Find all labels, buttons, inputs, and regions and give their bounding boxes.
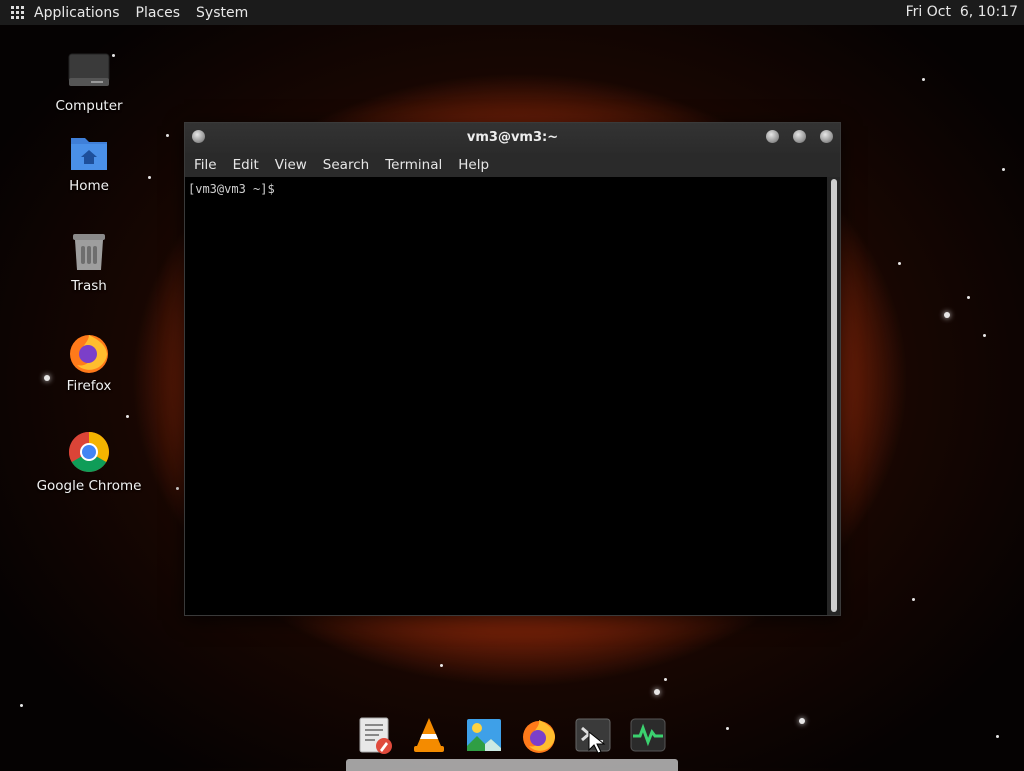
system-menu[interactable]: System xyxy=(196,5,248,21)
menu-help[interactable]: Help xyxy=(458,157,489,173)
desktop-icon-label: Computer xyxy=(55,98,123,114)
dock-terminal[interactable] xyxy=(574,716,612,754)
terminal-scrollbar[interactable] xyxy=(831,179,837,612)
firefox-icon xyxy=(67,330,111,374)
menu-file[interactable]: File xyxy=(194,157,217,173)
menu-edit[interactable]: Edit xyxy=(233,157,259,173)
computer-icon xyxy=(67,50,111,94)
terminal-menubar: File Edit View Search Terminal Help xyxy=(185,153,840,177)
menu-view[interactable]: View xyxy=(275,157,307,173)
apps-grid-icon[interactable] xyxy=(11,5,25,20)
desktop-icon-firefox[interactable]: Firefox xyxy=(24,330,154,394)
desktop-icon-home[interactable]: Home xyxy=(24,130,154,194)
terminal-icon xyxy=(575,718,611,754)
menu-search[interactable]: Search xyxy=(323,157,369,173)
desktop-icon-chrome[interactable]: Google Chrome xyxy=(24,430,154,494)
chrome-icon xyxy=(67,430,111,474)
menu-terminal[interactable]: Terminal xyxy=(385,157,442,173)
minimize-button[interactable] xyxy=(766,130,779,143)
dock-system-monitor[interactable] xyxy=(629,716,667,754)
dock-vlc[interactable] xyxy=(410,716,448,754)
dock-text-editor[interactable] xyxy=(356,716,394,754)
close-button[interactable] xyxy=(820,130,833,143)
vlc-icon xyxy=(414,718,444,752)
clock[interactable]: Fri Oct 6, 10:17 xyxy=(906,4,1018,20)
top-panel: Applications Places System Fri Oct 6, 10… xyxy=(0,0,1024,25)
desktop-icon-label: Home xyxy=(69,178,109,194)
trash-icon xyxy=(67,230,111,274)
window-title: vm3@vm3:~ xyxy=(466,130,559,145)
terminal-window[interactable]: vm3@vm3:~ File Edit View Search Terminal… xyxy=(184,122,841,616)
desktop-icon-trash[interactable]: Trash xyxy=(24,230,154,294)
terminal-prompt: [vm3@vm3 ~]$ xyxy=(188,182,275,196)
desktop-icon-label: Firefox xyxy=(66,378,112,394)
window-titlebar[interactable]: vm3@vm3:~ xyxy=(185,123,840,153)
system-monitor-icon xyxy=(630,718,666,752)
applications-menu[interactable]: Applications xyxy=(34,5,120,21)
text-editor-icon xyxy=(359,717,392,754)
places-menu[interactable]: Places xyxy=(136,5,181,21)
bottom-panel-bar xyxy=(346,759,678,771)
image-viewer-icon xyxy=(467,719,501,751)
firefox-icon xyxy=(523,720,555,753)
terminal-area[interactable]: [vm3@vm3 ~]$ xyxy=(185,177,827,615)
dock xyxy=(350,712,680,758)
desktop-icon-label: Trash xyxy=(71,278,107,294)
dock-image-viewer[interactable] xyxy=(465,716,503,754)
maximize-button[interactable] xyxy=(793,130,806,143)
home-folder-icon xyxy=(67,130,111,174)
desktop-icon-label: Google Chrome xyxy=(36,478,142,494)
desktop-icon-computer[interactable]: Computer xyxy=(24,50,154,114)
dock-firefox[interactable] xyxy=(520,716,558,754)
